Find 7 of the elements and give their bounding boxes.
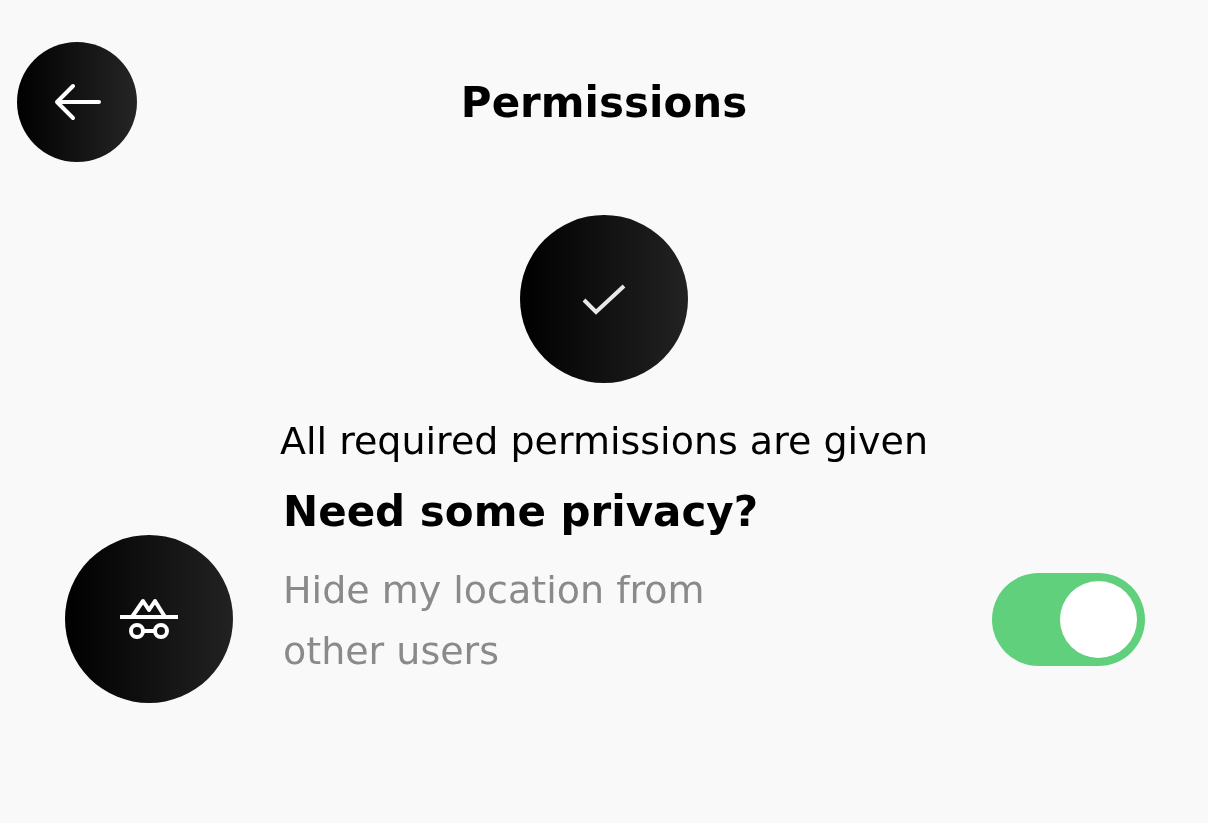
checkmark-icon [581, 283, 627, 315]
privacy-title: Need some privacy? [283, 486, 760, 536]
incognito-icon [118, 598, 180, 640]
back-arrow-icon [53, 83, 101, 121]
privacy-description: Hide my location from other users [283, 566, 706, 675]
status-message: All required permissions are given [279, 419, 928, 463]
page-title: Permissions [459, 77, 749, 127]
